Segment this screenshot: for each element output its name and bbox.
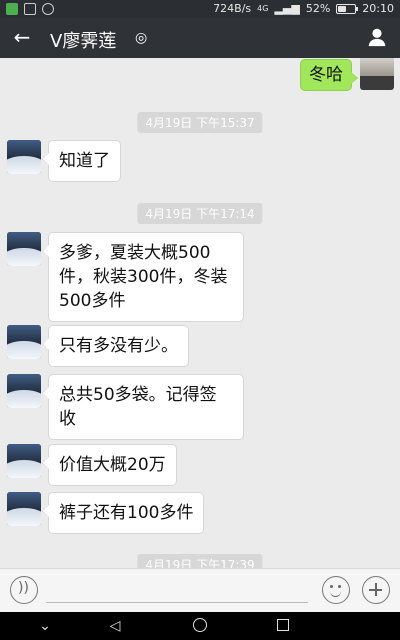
avatar-wave <box>7 508 41 526</box>
avatar-wave <box>7 156 41 174</box>
contact-avatar[interactable] <box>7 374 41 408</box>
received-message-bubble[interactable]: 裤子还有100多件 <box>41 492 205 534</box>
ear-icon: ◎ <box>135 30 148 46</box>
network-type: 4G <box>257 4 269 13</box>
nav-recents-icon[interactable] <box>272 616 294 636</box>
status-icons-left <box>6 3 54 15</box>
message-list[interactable]: 冬哈 4月19日 下午15:37 知道了 4月19日 下午17:14 多爹，夏装… <box>0 58 400 568</box>
message-input[interactable] <box>46 577 308 603</box>
network-speed: 724B/s <box>213 2 252 15</box>
avatar-ground <box>360 76 394 90</box>
nav-back-icon[interactable]: ◁ <box>104 616 126 636</box>
person-icon[interactable] <box>366 26 388 48</box>
contact-avatar[interactable] <box>7 325 41 359</box>
emoji-button[interactable] <box>322 576 350 604</box>
more-options-button[interactable] <box>362 576 390 604</box>
voice-icon: )) <box>18 580 29 596</box>
app-notification-icon <box>6 3 18 15</box>
battery-icon <box>336 3 359 14</box>
chat-header: ← V廖霁莲 ◎ <box>0 18 400 58</box>
timestamp: 4月19日 下午15:37 <box>137 112 263 133</box>
self-avatar[interactable] <box>360 58 394 90</box>
usb-icon <box>24 3 36 15</box>
contact-avatar[interactable] <box>7 140 41 174</box>
status-bar: 724B/s 4G ▂▄▆ 52% 20:10 <box>0 0 400 18</box>
avatar-sky <box>360 58 394 77</box>
voice-input-button[interactable]: )) <box>10 576 38 604</box>
clock: 20:10 <box>362 2 394 15</box>
received-message-bubble[interactable]: 只有多没有少。 <box>42 325 189 367</box>
nav-recents-square <box>277 619 289 631</box>
contact-avatar[interactable] <box>7 492 41 526</box>
timestamp: 4月19日 下午17:39 <box>137 554 263 568</box>
avatar-wave <box>7 390 41 408</box>
received-message-bubble[interactable]: 多爹，夏装大概500件，秋装300件，冬装500多件 <box>42 232 244 322</box>
sent-message-bubble[interactable]: 冬哈 <box>300 59 358 91</box>
avatar-wave <box>7 248 41 266</box>
chat-title: V廖霁莲 <box>50 31 117 52</box>
signal-icon: ▂▄▆ <box>274 2 300 15</box>
contact-avatar[interactable] <box>7 444 41 478</box>
bug-icon <box>42 3 54 15</box>
received-message-bubble[interactable]: 价值大概20万 <box>42 444 177 486</box>
battery-percent: 52% <box>305 2 331 15</box>
nav-home-icon[interactable] <box>189 616 211 636</box>
avatar-wave <box>7 460 41 478</box>
nav-home-circle <box>193 618 207 632</box>
battery-level <box>338 5 347 12</box>
avatar-wave <box>7 341 41 359</box>
hide-keyboard-icon[interactable]: ⌄ <box>34 616 56 636</box>
back-arrow-icon[interactable]: ← <box>10 25 34 49</box>
received-message-bubble[interactable]: 知道了 <box>42 140 121 182</box>
timestamp: 4月19日 下午17:14 <box>137 203 263 224</box>
system-navigation-bar: ⌄ ◁ <box>0 612 400 640</box>
received-message-bubble[interactable]: 总共50多袋。记得签收 <box>42 374 244 440</box>
status-icons-right: 724B/s 4G ▂▄▆ 52% 20:10 <box>213 2 394 15</box>
input-bar: )) <box>0 568 400 612</box>
contact-avatar[interactable] <box>7 232 41 266</box>
